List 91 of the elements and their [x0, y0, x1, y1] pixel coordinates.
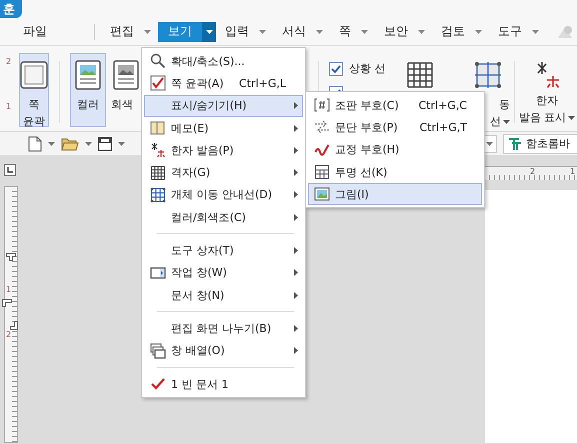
menu-item[interactable]: 그림(I)	[308, 183, 482, 206]
caret-icon[interactable]	[418, 30, 425, 34]
margin-marker-icon[interactable]	[2, 299, 12, 307]
submenu-arrow-icon	[294, 347, 298, 354]
menu-item[interactable]: 조판 부호(C) Ctrl+G,C	[308, 94, 482, 116]
save-icon[interactable]	[98, 136, 112, 150]
menu-item[interactable]: 투명 선(K)	[308, 160, 482, 184]
page-button[interactable]: 쪽 윤곽	[19, 53, 49, 127]
menu-item[interactable]: 한자 발음(P)	[144, 139, 303, 162]
submenu-arrow-icon	[294, 292, 298, 299]
grayscale-page-icon	[111, 60, 141, 90]
page-icon	[19, 60, 49, 90]
caret-icon[interactable]	[316, 30, 323, 34]
caret-icon[interactable]	[503, 120, 510, 124]
menu-item[interactable]: 작업 창(W)	[144, 262, 303, 284]
submenu-arrow-icon	[294, 102, 298, 110]
margin-marker-icon[interactable]	[10, 321, 18, 330]
grid-icon	[405, 60, 435, 90]
proof-mark-icon	[314, 142, 330, 158]
menu-item[interactable]: 창 배열(O)	[144, 340, 303, 362]
new-document-icon[interactable]	[28, 136, 42, 152]
app-logo[interactable]: 훈	[0, 0, 22, 18]
magnifier-icon	[150, 53, 166, 70]
submenu-arrow-icon	[294, 169, 298, 176]
checkbox-label: 상황 선	[349, 61, 386, 76]
indent-marker-icon[interactable]	[6, 253, 16, 261]
picture-icon	[314, 186, 330, 202]
hanja-icon	[150, 142, 166, 158]
caret-icon[interactable]	[206, 30, 212, 34]
hanja-button[interactable]: 한자 발음 표시	[518, 53, 576, 127]
bracket-hash-icon	[314, 97, 330, 114]
color-button[interactable]: 컬러	[70, 53, 106, 127]
menu-item[interactable]: 표시/숨기기(H)	[144, 94, 303, 117]
ruler-number: 2	[530, 167, 536, 176]
guide-grid-icon	[473, 60, 503, 90]
submenu-arrow-icon	[294, 146, 298, 154]
checkbox[interactable]	[329, 62, 343, 76]
grid-icon	[150, 164, 166, 181]
font-field[interactable]: 함초롬바	[503, 134, 577, 154]
menu-item[interactable]: 도구	[497, 22, 540, 42]
checkmark-icon	[150, 376, 166, 392]
submenu-arrow-icon	[294, 214, 298, 221]
menu-item[interactable]: 개체 이동 안내선(D)	[144, 184, 303, 206]
menu-item[interactable]: 쪽	[338, 22, 369, 42]
arrows-icon	[314, 119, 330, 136]
task-pane-icon	[150, 264, 166, 281]
color-page-icon	[73, 60, 103, 90]
submenu-arrow-icon	[294, 324, 298, 332]
menu-item[interactable]: 격자(G)	[144, 161, 303, 184]
caret-icon[interactable]	[48, 142, 55, 146]
submenu-arrow-icon	[294, 269, 298, 276]
menu-item[interactable]: 확대/축소(S)...	[144, 50, 303, 72]
ruler-number: 2	[6, 330, 12, 340]
ruler-number: 1	[570, 167, 576, 176]
caret-icon[interactable]	[118, 142, 125, 146]
menu-item[interactable]: 문단 부호(P) Ctrl+G,T	[308, 116, 482, 139]
menu-item[interactable]: 쪽 윤곽(A) Ctrl+G,L	[144, 72, 303, 95]
grayscale-button[interactable]: 회색	[110, 53, 142, 127]
menu-item[interactable]: 파일	[22, 22, 48, 42]
caret-icon[interactable]	[85, 142, 92, 146]
font-type-icon	[508, 136, 522, 150]
caret-icon[interactable]	[532, 30, 539, 34]
menu-item[interactable]: 보기	[158, 22, 216, 42]
ruler-number: 1	[6, 285, 12, 295]
table-icon	[314, 164, 330, 180]
caret-icon[interactable]	[568, 116, 576, 120]
checked-checkbox-icon	[150, 75, 166, 92]
submenu-arrow-icon	[294, 247, 298, 254]
menu-item[interactable]: 편집	[109, 22, 152, 42]
menu-item[interactable]: 메모(E)	[144, 116, 303, 140]
submenu-arrow-icon	[294, 191, 298, 198]
windows-icon	[150, 342, 166, 359]
menu-item[interactable]: 검토	[440, 22, 483, 42]
memo-icon	[150, 120, 166, 136]
caret-icon[interactable]	[144, 30, 151, 34]
menu-item[interactable]: 입력	[224, 22, 267, 42]
menu-item[interactable]: 문서 창(N)	[144, 284, 303, 306]
submenu-arrow-icon	[294, 124, 298, 132]
ruler-number: 2	[6, 57, 12, 67]
caret-icon[interactable]	[259, 30, 266, 34]
folder-icon[interactable]	[61, 136, 79, 150]
ruler-corner-icon[interactable]	[4, 164, 16, 176]
caret-icon[interactable]	[361, 30, 368, 34]
ruler-number: 1	[6, 102, 12, 112]
caret-icon[interactable]	[475, 30, 482, 34]
menu-item[interactable]: 보안	[383, 22, 426, 42]
guide-grid-icon	[150, 186, 166, 203]
menu-item[interactable]: 교정 부호(H)	[308, 138, 482, 161]
menu-item[interactable]: 컬러/회색조(C)	[144, 206, 303, 228]
menu-item[interactable]: 서식	[281, 22, 324, 42]
caret-icon[interactable]	[486, 142, 493, 146]
